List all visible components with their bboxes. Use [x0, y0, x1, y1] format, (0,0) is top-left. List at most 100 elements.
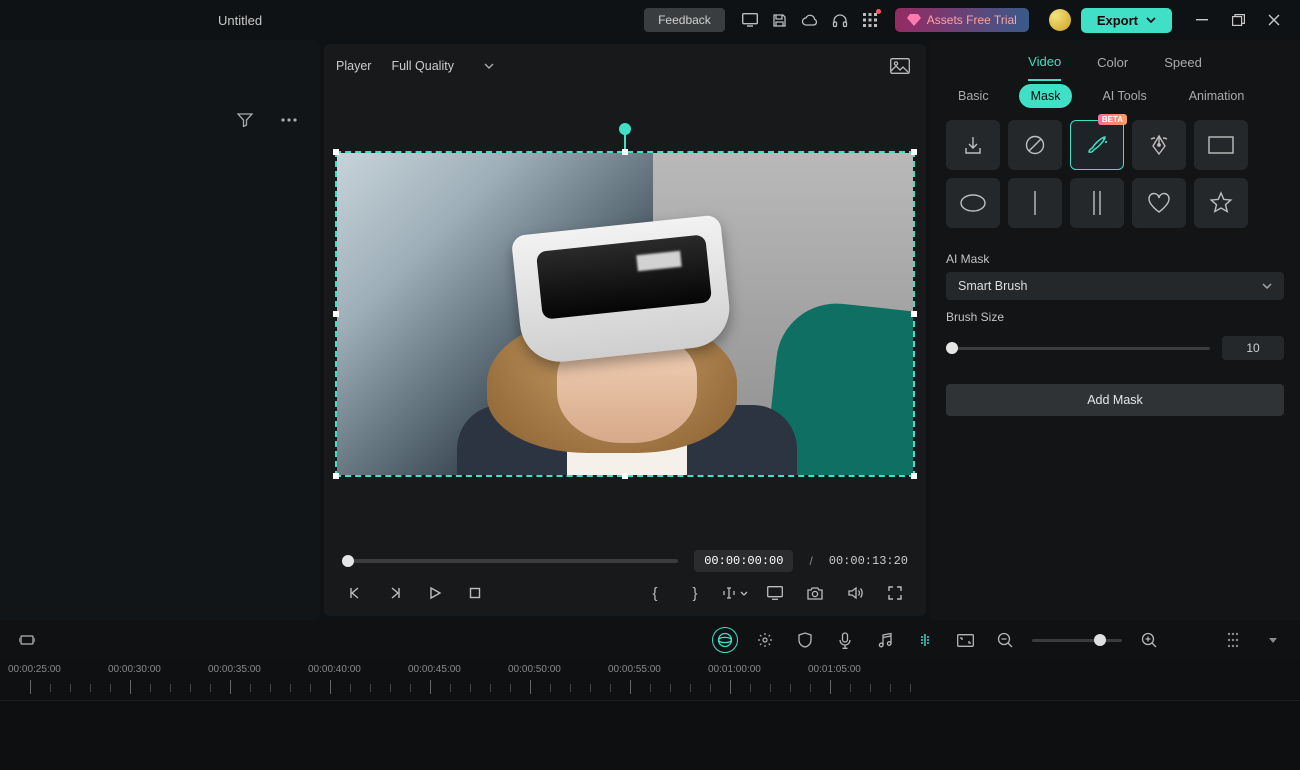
volume-icon[interactable]: [842, 580, 868, 606]
display-icon[interactable]: [762, 580, 788, 606]
ruler-time-label: 00:00:45:00: [408, 664, 461, 675]
brush-size-label: Brush Size: [930, 300, 1300, 330]
resize-handle[interactable]: [911, 311, 917, 317]
timeline-ruler[interactable]: 00:00:25:0000:00:30:0000:00:35:0000:00:4…: [0, 660, 1300, 700]
music-note-icon[interactable]: [872, 627, 898, 653]
export-button[interactable]: Export: [1081, 8, 1172, 33]
media-library-panel: [0, 40, 320, 620]
mask-double-line-icon[interactable]: [1070, 178, 1124, 228]
fullscreen-icon[interactable]: [882, 580, 908, 606]
crop-icon[interactable]: [14, 627, 40, 653]
subtab-ai-tools[interactable]: AI Tools: [1090, 84, 1158, 108]
text-cursor-icon[interactable]: [722, 580, 748, 606]
aspect-ratio-icon[interactable]: [952, 627, 978, 653]
cloud-icon[interactable]: [795, 5, 825, 35]
ai-mask-value: Smart Brush: [958, 279, 1027, 293]
mask-single-line-icon[interactable]: [1008, 178, 1062, 228]
chevron-down-icon: [484, 63, 494, 69]
timeline-zoom-slider[interactable]: [1032, 639, 1122, 642]
save-icon[interactable]: [765, 5, 795, 35]
timeline-toolbar: [0, 620, 1300, 660]
camera-snapshot-icon[interactable]: [802, 580, 828, 606]
resize-handle[interactable]: [622, 149, 628, 155]
window-maximize[interactable]: [1220, 5, 1256, 35]
stop-button[interactable]: [462, 580, 488, 606]
scrub-bar[interactable]: [342, 559, 678, 563]
window-minimize[interactable]: [1184, 5, 1220, 35]
ruler-time-label: 00:01:00:00: [708, 664, 761, 675]
assets-trial-button[interactable]: Assets Free Trial: [895, 8, 1029, 32]
resize-handle[interactable]: [333, 311, 339, 317]
quality-selector[interactable]: Full Quality: [391, 59, 494, 73]
ruler-time-label: 00:00:40:00: [308, 664, 361, 675]
zoom-out-icon[interactable]: [992, 627, 1018, 653]
diamond-icon: [907, 14, 921, 26]
current-timecode[interactable]: 00:00:00:00: [694, 550, 793, 572]
menu-caret-icon[interactable]: [1260, 627, 1286, 653]
mask-brush-icon[interactable]: BETA: [1070, 120, 1124, 170]
grid-handle-icon[interactable]: [1220, 627, 1246, 653]
mark-in-button[interactable]: {: [642, 580, 668, 606]
snapshot-landscape-icon[interactable]: [886, 52, 914, 80]
brush-size-value[interactable]: 10: [1222, 336, 1284, 360]
ai-sphere-icon[interactable]: [712, 627, 738, 653]
tab-color[interactable]: Color: [1097, 45, 1128, 80]
avatar[interactable]: [1049, 9, 1071, 31]
preview-area[interactable]: [324, 88, 926, 540]
mark-out-button[interactable]: }: [682, 580, 708, 606]
inspector-tabs: Video Color Speed: [930, 40, 1300, 84]
color-adjust-icon[interactable]: [752, 627, 778, 653]
resize-handle[interactable]: [333, 149, 339, 155]
player-panel: Player Full Quality: [324, 44, 926, 616]
mask-pen-icon[interactable]: [1132, 120, 1186, 170]
apps-grid-icon[interactable]: [855, 5, 885, 35]
ruler-time-label: 00:00:30:00: [108, 664, 161, 675]
prev-frame-button[interactable]: [342, 580, 368, 606]
tab-speed[interactable]: Speed: [1164, 45, 1202, 80]
chevron-down-icon: [1262, 283, 1272, 289]
mask-ellipse-icon[interactable]: [946, 178, 1000, 228]
mask-heart-icon[interactable]: [1132, 178, 1186, 228]
mask-rectangle-icon[interactable]: [1194, 120, 1248, 170]
zoom-in-icon[interactable]: [1136, 627, 1162, 653]
mask-import-icon[interactable]: [946, 120, 1000, 170]
ai-mask-dropdown[interactable]: Smart Brush: [946, 272, 1284, 300]
rotate-handle[interactable]: [619, 123, 631, 135]
shield-icon[interactable]: [792, 627, 818, 653]
subtab-basic[interactable]: Basic: [946, 84, 1001, 108]
subtab-mask[interactable]: Mask: [1019, 84, 1073, 108]
video-subtabs: Basic Mask AI Tools Animation: [930, 84, 1300, 118]
ruler-time-label: 00:00:35:00: [208, 664, 261, 675]
filter-icon[interactable]: [230, 105, 260, 135]
zoom-handle[interactable]: [1094, 634, 1106, 646]
duration-timecode: 00:00:13:20: [829, 554, 908, 568]
tab-video[interactable]: Video: [1028, 44, 1061, 81]
clip-transform-box[interactable]: [335, 151, 915, 477]
video-preview-image: [337, 153, 913, 475]
window-close[interactable]: [1256, 5, 1292, 35]
ruler-time-label: 00:01:05:00: [808, 664, 861, 675]
slider-handle[interactable]: [946, 342, 958, 354]
resize-handle[interactable]: [333, 473, 339, 479]
ruler-time-label: 00:00:55:00: [608, 664, 661, 675]
resize-handle[interactable]: [622, 473, 628, 479]
project-title: Untitled: [218, 13, 262, 28]
add-mask-button[interactable]: Add Mask: [946, 384, 1284, 416]
feedback-button[interactable]: Feedback: [644, 8, 725, 32]
screen-icon[interactable]: [735, 5, 765, 35]
microphone-icon[interactable]: [832, 627, 858, 653]
subtab-animation[interactable]: Animation: [1177, 84, 1257, 108]
mask-star-icon[interactable]: [1194, 178, 1248, 228]
more-icon[interactable]: [274, 105, 304, 135]
resize-handle[interactable]: [911, 473, 917, 479]
headphones-icon[interactable]: [825, 5, 855, 35]
scrub-handle[interactable]: [342, 555, 354, 567]
next-frame-button[interactable]: [382, 580, 408, 606]
timeline-tracks[interactable]: [0, 700, 1300, 770]
brush-size-slider[interactable]: [946, 347, 1210, 350]
quality-value: Full Quality: [391, 59, 454, 73]
play-button[interactable]: [422, 580, 448, 606]
mask-none-icon[interactable]: [1008, 120, 1062, 170]
magnet-split-icon[interactable]: [912, 627, 938, 653]
resize-handle[interactable]: [911, 149, 917, 155]
